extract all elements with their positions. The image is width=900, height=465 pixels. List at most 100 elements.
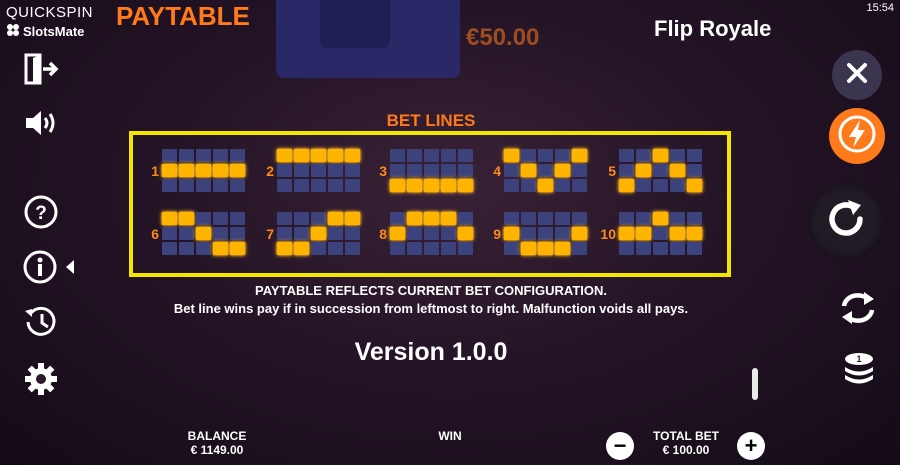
brand-slotsmate: SlotsMate [6,23,84,40]
grid-cell [407,242,422,255]
lit-cell [458,227,473,240]
grid-cell [407,149,422,162]
bet-coins-button[interactable]: 1 [837,350,881,394]
lit-cell [407,212,422,225]
bet-line-number: 6 [151,225,159,242]
bet-line-1: 1 [143,149,245,192]
lit-cell [345,149,360,162]
bet-line-5: 5 [600,149,702,192]
lit-cell [538,179,553,192]
brand-quickspin: QUICKSPIN [6,4,94,21]
grid-cell [441,242,456,255]
grid-cell [390,164,405,177]
grid-cell [504,212,519,225]
lit-cell [196,227,211,240]
autoplay-button[interactable] [836,290,880,330]
scroll-handle[interactable] [752,368,758,400]
grid-cell [328,242,343,255]
grid-cell [504,179,519,192]
grid-cell [572,242,587,255]
grid-cell [179,179,194,192]
exit-button[interactable] [22,50,60,88]
lit-cell [572,149,587,162]
svg-text:?: ? [35,203,47,224]
grid-cell [294,212,309,225]
bet-line-number: 5 [608,162,616,179]
grid-cell [555,149,570,162]
lit-cell [328,149,343,162]
bet-line-number: 3 [379,162,387,179]
decrease-bet-button[interactable]: − [606,432,634,460]
bet-line-grid [619,212,702,255]
grid-cell [162,149,177,162]
info-button[interactable] [22,248,78,286]
win-block: WIN [430,429,470,443]
lit-cell [162,164,177,177]
grid-cell [653,179,668,192]
lit-cell [390,179,405,192]
grid-cell [196,149,211,162]
grid-cell [345,179,360,192]
grid-cell [196,212,211,225]
bet-line-10: 10 [598,212,702,255]
increase-bet-button[interactable]: + [737,432,765,460]
grid-cell [653,227,668,240]
grid-cell [441,227,456,240]
lit-cell [538,242,553,255]
spin-button[interactable] [808,183,884,259]
grid-cell [424,149,439,162]
grid-cell [390,212,405,225]
bet-line-6: 6 [143,212,245,255]
lit-cell [230,164,245,177]
lit-cell [619,179,634,192]
grid-cell [636,149,651,162]
turbo-button[interactable] [829,108,885,164]
grid-cell [555,227,570,240]
grid-cell [311,179,326,192]
lit-cell [277,242,292,255]
grid-cell [458,149,473,162]
bet-line-grid [277,212,360,255]
grid-cell [521,179,536,192]
lit-cell [670,164,685,177]
svg-text:1: 1 [856,354,861,364]
lit-cell [687,179,702,192]
lit-cell [458,179,473,192]
bet-line-8: 8 [371,212,473,255]
lit-cell [230,242,245,255]
close-button[interactable] [832,50,882,100]
grid-cell [521,227,536,240]
grid-cell [390,149,405,162]
lit-cell [572,227,587,240]
slotsmate-logo-icon [6,23,20,40]
bet-line-number: 1 [151,162,159,179]
bet-line-9: 9 [485,212,587,255]
lit-cell [521,164,536,177]
grid-cell [670,242,685,255]
spin-arrow-icon [822,195,870,248]
lit-cell [179,212,194,225]
grid-cell [555,212,570,225]
bet-line-grid [390,149,473,192]
help-button[interactable]: ? [22,193,60,231]
grid-cell [345,242,360,255]
lit-cell [390,227,405,240]
lit-cell [670,227,685,240]
bet-line-number: 10 [600,225,616,242]
grid-cell [311,242,326,255]
grid-cell [504,164,519,177]
bet-line-3: 3 [371,149,473,192]
grid-cell [687,242,702,255]
symbol-prize: €50.00 [466,24,540,51]
bet-line-grid [504,149,587,192]
lit-cell [619,227,634,240]
grid-cell [328,227,343,240]
bet-line-number: 4 [493,162,501,179]
bet-line-7: 7 [258,212,360,255]
grid-cell [230,212,245,225]
coins-icon: 1 [841,350,877,395]
lit-cell [179,164,194,177]
grid-cell [653,242,668,255]
bet-line-grid [504,212,587,255]
grid-cell [162,227,177,240]
